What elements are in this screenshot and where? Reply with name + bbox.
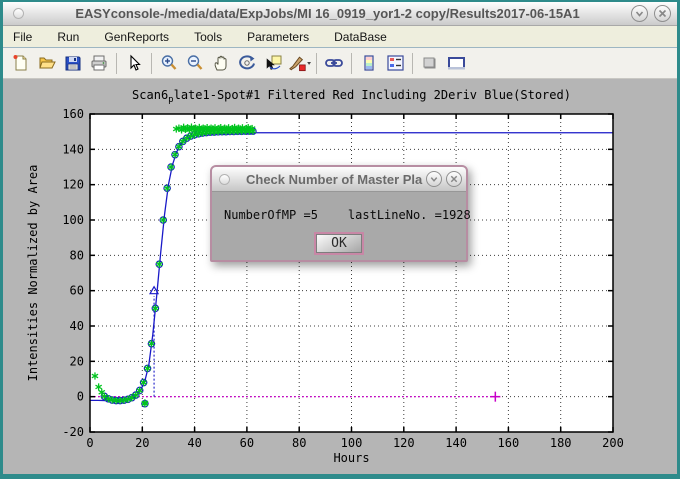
- chevron-down-icon: [429, 174, 439, 184]
- menu-item-run[interactable]: Run: [57, 30, 79, 44]
- brush-icon: [287, 54, 311, 72]
- open-folder-icon: [38, 54, 57, 72]
- plot-canvas: 020406080100120140160180200-200204060801…: [3, 79, 677, 476]
- zoom-out-button[interactable]: [183, 51, 207, 75]
- svg-text:140: 140: [62, 142, 84, 156]
- data-cursor-button[interactable]: [261, 51, 285, 75]
- link-plots-icon: [324, 54, 344, 72]
- zoom-in-button[interactable]: [157, 51, 181, 75]
- legend-icon: [386, 54, 405, 72]
- plot-title: Scan6plate1-Spot#1 Filtered Red Includin…: [132, 88, 571, 105]
- print-icon: [90, 54, 109, 72]
- main-window: EASYconsole-/media/data/ExpJobs/MI 16_09…: [3, 2, 677, 474]
- menu-item-genreports[interactable]: GenReports: [104, 30, 169, 44]
- data-cursor-icon: [264, 54, 283, 72]
- svg-text:80: 80: [70, 248, 84, 262]
- svg-text:120: 120: [62, 178, 84, 192]
- hide-plot-tools-button[interactable]: [418, 51, 442, 75]
- svg-text:100: 100: [341, 436, 363, 450]
- menu-bar: File Run GenReports Tools Parameters DataBase: [3, 26, 677, 48]
- toolbar-separator: [316, 53, 317, 74]
- open-file-button[interactable]: [35, 51, 59, 75]
- pan-hand-icon: [212, 54, 230, 72]
- number-of-mp-value: NumberOfMP =5: [224, 208, 318, 222]
- dialog-titlebar[interactable]: Check Number of Master Pla: [212, 167, 466, 192]
- ok-button[interactable]: OK: [316, 234, 362, 253]
- edit-plot-button[interactable]: [122, 51, 146, 75]
- svg-text:160: 160: [498, 436, 520, 450]
- svg-text:20: 20: [70, 354, 84, 368]
- dialog-close-button[interactable]: [446, 171, 462, 187]
- pan-button[interactable]: [209, 51, 233, 75]
- dialog-title: Check Number of Master Pla: [246, 172, 426, 187]
- svg-text:180: 180: [550, 436, 572, 450]
- svg-text:60: 60: [240, 436, 254, 450]
- insert-colorbar-button[interactable]: [357, 51, 381, 75]
- dialog-menu-icon[interactable]: [219, 174, 230, 185]
- chevron-down-icon: [634, 8, 645, 19]
- y-tick-labels: -20 0 20 40 60 80 100 120 140 160: [62, 107, 84, 439]
- window-titlebar[interactable]: EASYconsole-/media/data/ExpJobs/MI 16_09…: [3, 2, 677, 26]
- new-document-icon: [12, 54, 30, 72]
- figure-area: 020406080100120140160180200-200204060801…: [3, 79, 677, 474]
- dialog-message: NumberOfMP =5 lastLineNo. =1928: [224, 208, 471, 222]
- dock-figure-icon: [446, 54, 467, 72]
- hide-plot-tools-icon: [421, 54, 439, 72]
- x-tick-labels: 0 20 40 60 80 100 120 140 160 180 200: [86, 436, 623, 450]
- menu-item-tools[interactable]: Tools: [194, 30, 222, 44]
- svg-text:200: 200: [602, 436, 624, 450]
- print-button[interactable]: [87, 51, 111, 75]
- dock-figure-button[interactable]: [444, 51, 468, 75]
- brush-data-button[interactable]: [287, 51, 311, 75]
- x-axis-label: Hours: [333, 451, 369, 465]
- toolbar-separator: [151, 53, 152, 74]
- axes-background: [90, 114, 613, 432]
- svg-text:160: 160: [62, 107, 84, 121]
- window-close-button[interactable]: [654, 5, 671, 22]
- window-menu-icon[interactable]: [13, 8, 24, 19]
- svg-text:40: 40: [70, 319, 84, 333]
- pointer-icon: [126, 54, 142, 72]
- dialog-body: NumberOfMP =5 lastLineNo. =1928 OK: [212, 192, 466, 260]
- colorbar-icon: [361, 54, 377, 72]
- svg-text:120: 120: [393, 436, 415, 450]
- save-button[interactable]: [61, 51, 85, 75]
- toolbar-separator: [351, 53, 352, 74]
- window-shade-button[interactable]: [631, 5, 648, 22]
- menu-item-file[interactable]: File: [13, 30, 32, 44]
- last-line-no-value: lastLineNo. =1928: [348, 208, 471, 222]
- link-plots-button[interactable]: [322, 51, 346, 75]
- window-title: EASYconsole-/media/data/ExpJobs/MI 16_09…: [24, 6, 631, 21]
- svg-text:60: 60: [70, 284, 84, 298]
- menu-item-database[interactable]: DataBase: [334, 30, 387, 44]
- svg-text:20: 20: [135, 436, 149, 450]
- svg-text:0: 0: [86, 436, 93, 450]
- svg-text:100: 100: [62, 213, 84, 227]
- new-figure-button[interactable]: [9, 51, 33, 75]
- figure-toolbar: [3, 48, 677, 79]
- svg-text:140: 140: [445, 436, 467, 450]
- rotate-3d-button[interactable]: [235, 51, 259, 75]
- svg-text:-20: -20: [62, 425, 84, 439]
- check-number-dialog: Check Number of Master Pla NumberOfMP =5…: [210, 165, 468, 262]
- save-icon: [64, 54, 82, 72]
- rotate-3d-icon: [238, 54, 257, 72]
- toolbar-separator: [412, 53, 413, 74]
- svg-text:40: 40: [187, 436, 201, 450]
- svg-text:0: 0: [77, 390, 84, 404]
- svg-text:80: 80: [292, 436, 306, 450]
- insert-legend-button[interactable]: [383, 51, 407, 75]
- close-icon: [657, 8, 668, 19]
- menu-item-parameters[interactable]: Parameters: [247, 30, 309, 44]
- y-axis-label: Intensities Normalized by Area: [26, 165, 40, 382]
- close-icon: [449, 174, 459, 184]
- zoom-in-icon: [160, 54, 178, 72]
- toolbar-separator: [116, 53, 117, 74]
- dialog-shade-button[interactable]: [426, 171, 442, 187]
- zoom-out-icon: [186, 54, 204, 72]
